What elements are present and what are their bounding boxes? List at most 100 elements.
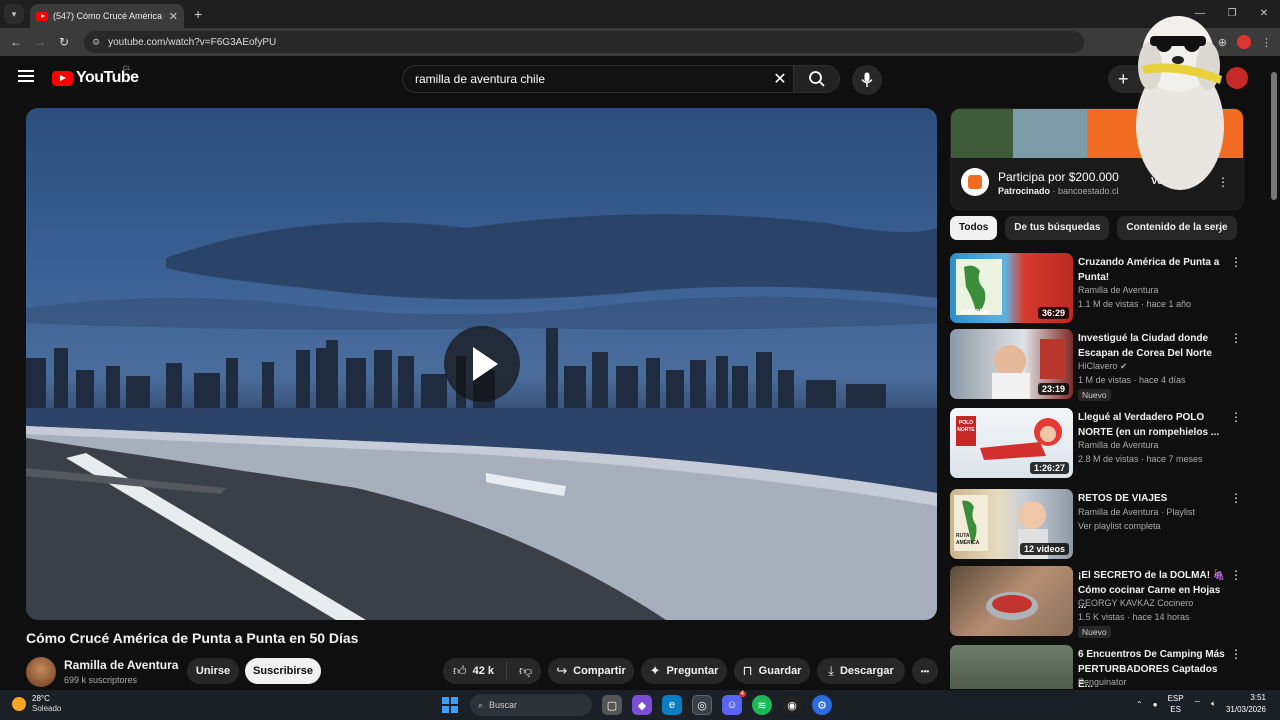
chip-todos[interactable]: Todos xyxy=(950,216,998,240)
item-more-icon[interactable]: ⋮ xyxy=(1230,331,1242,345)
site-info-icon[interactable]: ⚙ xyxy=(92,37,100,48)
save-button[interactable]: ⊓ Guardar xyxy=(734,658,810,684)
youtube-logo[interactable]: YouTube CL xyxy=(52,66,139,87)
language-indicator[interactable]: ESP ES xyxy=(1168,693,1184,715)
close-window-button[interactable]: ✕ xyxy=(1248,0,1280,28)
youtube-favicon-icon xyxy=(36,11,48,21)
edge-icon[interactable]: e xyxy=(662,695,682,715)
bookmark-icon: ⊓ xyxy=(742,663,753,678)
discord-icon[interactable]: ☺ 4 xyxy=(722,691,746,715)
address-toolbar: ← → ↻ ⚙ youtube.com/watch?v=F6G3AEofyPU … xyxy=(0,28,1280,56)
search-input[interactable] xyxy=(403,66,767,92)
settings-icon[interactable]: ⚙ xyxy=(812,695,832,715)
like-count: 42 k xyxy=(472,665,495,677)
clock[interactable]: 3:51 31/03/2026 xyxy=(1226,692,1266,716)
country-code: CL xyxy=(123,66,131,72)
browser-tab[interactable]: (547) Cómo Crucé América de P ✕ xyxy=(30,4,184,28)
youtube-header: YouTube CL ✕ + xyxy=(0,56,1280,100)
clear-search-icon[interactable]: ✕ xyxy=(767,66,793,92)
share-button[interactable]: ↪ Compartir xyxy=(548,658,634,684)
recommendation-item[interactable]: 6 Encuentros De Camping Más PERTURBADORE… xyxy=(950,645,1244,689)
volume-icon[interactable]: 🔈︎ xyxy=(1211,699,1216,709)
share-label: Compartir xyxy=(573,665,626,677)
search-box: ✕ xyxy=(402,65,840,93)
new-tab-button[interactable]: + xyxy=(194,6,202,22)
view-playlist-link[interactable]: Ver playlist completa xyxy=(1078,521,1161,531)
taskbar-search-placeholder: Buscar xyxy=(489,700,518,710)
chevron-right-icon[interactable]: › xyxy=(1218,222,1222,237)
github-icon[interactable]: ◉ xyxy=(782,695,802,715)
url-field[interactable]: ⚙ youtube.com/watch?v=F6G3AEofyPU xyxy=(84,31,1084,53)
browser-menu-icon[interactable]: ⋮ xyxy=(1261,36,1272,49)
search-icon: ⌕ xyxy=(478,699,484,710)
hamburger-menu-icon[interactable] xyxy=(18,70,34,82)
wifi-icon[interactable]: ⌔ xyxy=(1194,699,1202,709)
thumb-km-text: 25000km xyxy=(960,309,990,316)
profile-icon[interactable] xyxy=(1237,35,1251,49)
item-more-icon[interactable]: ⋮ xyxy=(1230,410,1242,424)
spotify-icon[interactable]: ≋ xyxy=(752,695,772,715)
reload-icon[interactable]: ↻ xyxy=(52,35,76,49)
page-scrollbar[interactable] xyxy=(1270,60,1278,688)
divider xyxy=(506,662,508,680)
chip-from-searches[interactable]: De tus búsquedas xyxy=(1005,216,1110,240)
ask-label: Preguntar xyxy=(666,665,719,677)
playlist-count: 12 videos xyxy=(1019,543,1069,555)
voice-search-button[interactable] xyxy=(852,65,882,95)
taskbar-apps: ⌕ Buscar ▢ ◆ e ◎ ☺ 4 ≋ ◉ ⚙ xyxy=(440,691,832,716)
browser-tab-bar: ▾ (547) Cómo Crucé América de P ✕ + — ❐ … xyxy=(0,0,1280,28)
copilot-icon[interactable]: ◆ xyxy=(632,695,652,715)
url-text: youtube.com/watch?v=F6G3AEofyPU xyxy=(108,36,277,48)
more-actions-button[interactable]: ••• xyxy=(912,658,938,684)
tab-title: (547) Cómo Crucé América de P xyxy=(53,11,165,21)
task-view-icon[interactable]: ▢ xyxy=(602,695,622,715)
recommendation-item[interactable]: 25000km 36:29 Cruzando América de Punta … xyxy=(950,253,1244,325)
play-button[interactable] xyxy=(444,326,520,402)
search-button[interactable] xyxy=(793,66,839,92)
item-more-icon[interactable]: ⋮ xyxy=(1230,255,1242,269)
windows-taskbar: 28°C Soleado ⌕ Buscar ▢ ◆ e ◎ ☺ 4 ≋ ◉ ⚙ ⌃… xyxy=(0,690,1280,720)
keyboard-code: ES xyxy=(1170,705,1181,714)
video-title: Cómo Crucé América de Punta a Punta en 5… xyxy=(26,630,359,646)
playlist-item[interactable]: RUTA AMÉRICA 12 videos RETOS DE VIAJES R… xyxy=(950,489,1244,561)
item-more-icon[interactable]: ⋮ xyxy=(1230,647,1242,661)
ad-sponsor-line: Patrocinado · bancoestado.cl xyxy=(998,186,1119,196)
tray-chevron-icon[interactable]: ⌃ xyxy=(1136,700,1143,709)
date: 31/03/2026 xyxy=(1225,705,1266,714)
system-tray: ⌃ ● ESP ES ⌔ 🔈︎ 3:51 31/03/2026 xyxy=(1136,692,1266,716)
chrome-icon[interactable]: ◎ xyxy=(692,695,712,715)
new-badge: Nuevo xyxy=(1078,389,1111,401)
video-thumbnail: 25000km 36:29 xyxy=(950,253,1073,323)
tab-search-menu-button[interactable]: ▾ xyxy=(4,4,24,24)
forward-icon[interactable]: → xyxy=(28,35,52,49)
like-button[interactable]: 👍︎ 42 k xyxy=(453,663,494,679)
time: 3:51 xyxy=(1250,693,1266,702)
dog-sticker-image xyxy=(1136,16,1224,190)
subscriber-count: 699 k suscriptores xyxy=(64,675,138,685)
tray-app-icon[interactable]: ● xyxy=(1153,700,1158,709)
recommendation-item[interactable]: 23:19 Investigué la Ciudad donde Escapan… xyxy=(950,329,1244,401)
share-icon: ↪ xyxy=(556,663,568,678)
windows-start-icon[interactable] xyxy=(440,695,460,715)
video-player[interactable] xyxy=(26,108,937,620)
recommendation-item[interactable]: ¡El SECRETO de la DOLMA! 🍇 Cómo cocinar … xyxy=(950,566,1244,638)
scrollbar-thumb[interactable] xyxy=(1271,72,1277,200)
join-button[interactable]: Unirse xyxy=(187,658,239,684)
ask-button[interactable]: ✦ Preguntar xyxy=(641,658,727,684)
taskbar-search[interactable]: ⌕ Buscar xyxy=(470,694,592,716)
thumbs-up-icon: 👍︎ xyxy=(453,663,467,678)
back-icon[interactable]: ← xyxy=(4,35,28,49)
youtube-play-logo-icon xyxy=(52,70,73,86)
subscribe-button[interactable]: Suscribirse xyxy=(245,658,321,684)
tab-close-icon[interactable]: ✕ xyxy=(169,10,178,23)
thumbs-down-icon[interactable]: 👎︎ xyxy=(519,663,532,679)
channel-avatar[interactable] xyxy=(26,657,56,687)
download-button[interactable]: ⤓ Descargar xyxy=(817,658,905,684)
item-more-icon[interactable]: ⋮ xyxy=(1230,568,1242,582)
save-label: Guardar xyxy=(758,665,802,677)
recommendation-item[interactable]: POLO NORTE 1:26:27 Llegué al Verdadero P… xyxy=(950,408,1244,480)
channel-name[interactable]: Ramilla de Aventura xyxy=(64,658,178,672)
video-thumbnail xyxy=(950,645,1073,689)
weather-widget[interactable]: 28°C Soleado xyxy=(12,694,61,714)
item-more-icon[interactable]: ⋮ xyxy=(1230,491,1242,505)
